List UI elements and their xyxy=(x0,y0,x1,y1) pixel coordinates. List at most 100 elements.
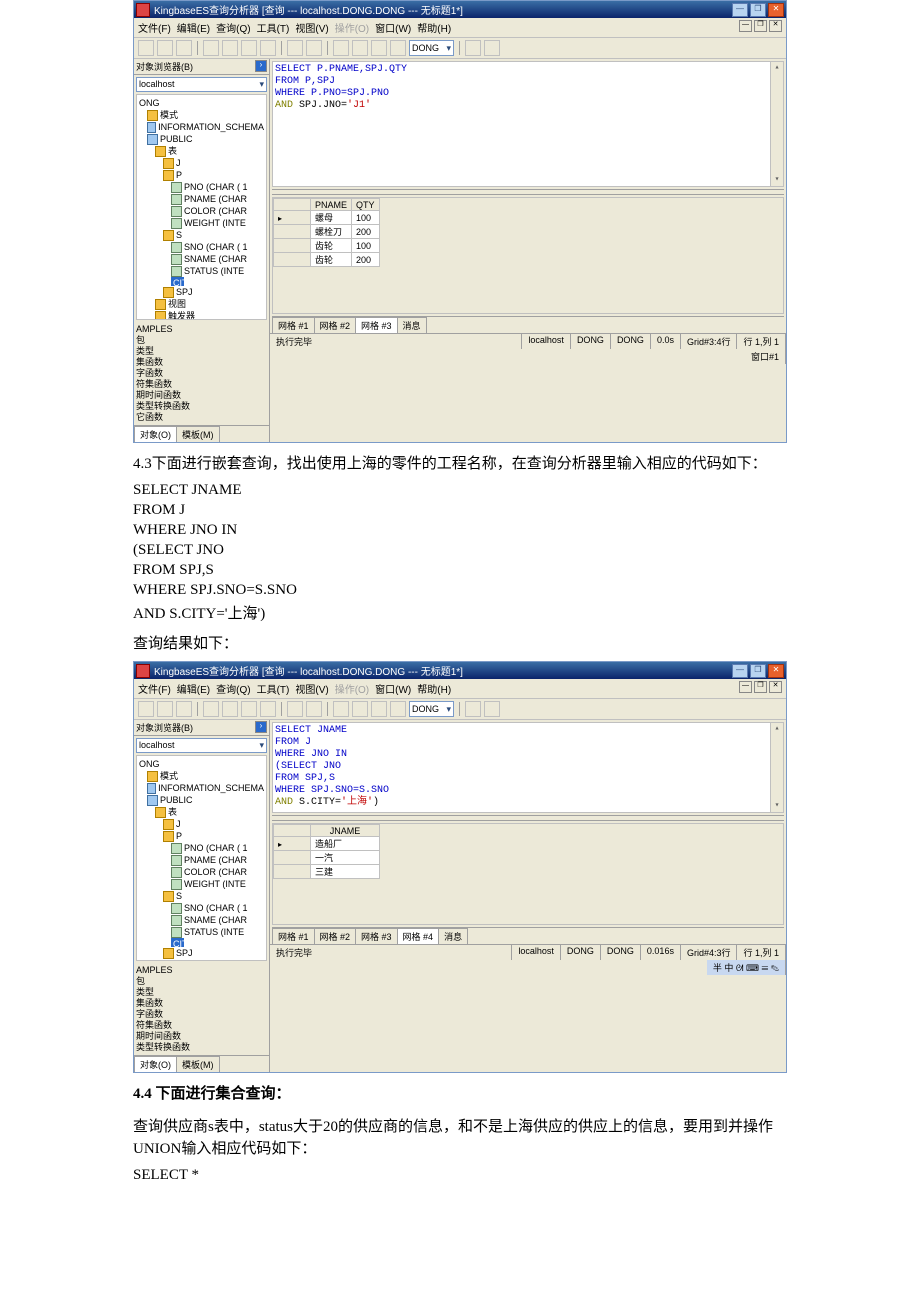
mdi-max-button[interactable]: ❐ xyxy=(754,681,767,693)
tree-mode[interactable]: 模式 xyxy=(139,109,264,121)
maximize-button[interactable]: ❐ xyxy=(750,3,766,17)
tool-new-icon[interactable] xyxy=(138,40,154,56)
tool-grid-icon[interactable] xyxy=(390,40,406,56)
tree-col[interactable]: SNAME (CHAR xyxy=(139,253,264,265)
menu-edit[interactable]: 编辑(E) xyxy=(177,20,210,35)
tree-schema-public[interactable]: PUBLIC xyxy=(139,133,264,145)
tool-paste-icon[interactable] xyxy=(241,701,257,717)
tool-exec-icon[interactable] xyxy=(333,40,349,56)
tool-zoom-icon[interactable] xyxy=(484,40,500,56)
menu-window[interactable]: 窗口(W) xyxy=(375,20,411,35)
tool-exec-icon[interactable] xyxy=(333,701,349,717)
tree-db[interactable]: ONG xyxy=(139,97,264,109)
tool-cut-icon[interactable] xyxy=(203,701,219,717)
result-tab[interactable]: 网格 #2 xyxy=(314,928,357,944)
col-header[interactable]: QTY xyxy=(352,199,380,211)
tool-undo-icon[interactable] xyxy=(287,40,303,56)
menu-operate[interactable]: 操作(O) xyxy=(335,681,369,696)
tool-zoom-icon[interactable] xyxy=(484,701,500,717)
tree-col[interactable]: PNO (CHAR ( 1 xyxy=(139,181,264,193)
menu-window[interactable]: 窗口(W) xyxy=(375,681,411,696)
splitter[interactable] xyxy=(272,815,784,821)
tree-col[interactable]: COLOR (CHAR xyxy=(139,866,264,878)
tree-table-s[interactable]: S xyxy=(139,229,264,241)
scrollbar[interactable] xyxy=(770,723,783,812)
tool-undo-icon[interactable] xyxy=(287,701,303,717)
splitter[interactable] xyxy=(272,189,784,195)
tool-cut-icon[interactable] xyxy=(203,40,219,56)
col-header[interactable]: PNAME xyxy=(311,199,352,211)
tree-col[interactable]: PNO (CHAR ( 1 xyxy=(139,842,264,854)
menu-edit[interactable]: 编辑(E) xyxy=(177,681,210,696)
tool-check-icon[interactable] xyxy=(352,701,368,717)
tree-tables[interactable]: 表 xyxy=(139,145,264,157)
tool-redo-icon[interactable] xyxy=(306,701,322,717)
tool-stop-icon[interactable] xyxy=(371,701,387,717)
tree-col[interactable]: PNAME (CHAR xyxy=(139,193,264,205)
sidebar-tab-template[interactable]: 模板(M) xyxy=(176,1056,220,1072)
mdi-min-button[interactable]: — xyxy=(739,20,752,32)
menu-query[interactable]: 查询(Q) xyxy=(216,681,250,696)
result-tab[interactable]: 消息 xyxy=(397,317,427,333)
tool-save-icon[interactable] xyxy=(176,40,192,56)
tool-save-icon[interactable] xyxy=(176,701,192,717)
tree-schema-info[interactable]: INFORMATION_SCHEMA xyxy=(139,782,264,794)
sql-editor[interactable]: SELECT P.PNAME,SPJ.QTY FROM P,SPJ WHERE … xyxy=(272,61,784,187)
sql-editor[interactable]: SELECT JNAME FROM J WHERE JNO IN (SELECT… xyxy=(272,722,784,813)
tree-table-p[interactable]: P xyxy=(139,169,264,181)
result-tab[interactable]: 网格 #3 xyxy=(355,317,398,333)
tree-table-j[interactable]: J xyxy=(139,157,264,169)
mdi-max-button[interactable]: ❐ xyxy=(754,20,767,32)
tool-stop-icon[interactable] xyxy=(371,40,387,56)
tool-check-icon[interactable] xyxy=(352,40,368,56)
minimize-button[interactable]: — xyxy=(732,664,748,678)
connection-combo[interactable]: localhost xyxy=(136,738,267,753)
tool-find-icon[interactable] xyxy=(260,701,276,717)
maximize-button[interactable]: ❐ xyxy=(750,664,766,678)
sidebar-close-icon[interactable]: › xyxy=(255,721,267,733)
tool-browser-icon[interactable] xyxy=(465,701,481,717)
database-combo[interactable]: DONG xyxy=(409,40,454,56)
tool-browser-icon[interactable] xyxy=(465,40,481,56)
menu-file[interactable]: 文件(F) xyxy=(138,681,171,696)
result-tab[interactable]: 网格 #1 xyxy=(272,928,315,944)
mdi-close-button[interactable]: ✕ xyxy=(769,681,782,693)
result-table[interactable]: JNAME ▸造船厂 一汽 三建 xyxy=(273,824,380,879)
menu-tools[interactable]: 工具(T) xyxy=(257,20,290,35)
mdi-close-button[interactable]: ✕ xyxy=(769,20,782,32)
result-tab[interactable]: 网格 #4 xyxy=(397,928,440,944)
tree-col[interactable]: CITY (CHAR ( xyxy=(139,938,264,947)
tree-col[interactable]: WEIGHT (INTE xyxy=(139,878,264,890)
scrollbar[interactable] xyxy=(770,62,783,186)
close-button[interactable]: ✕ xyxy=(768,3,784,17)
tree-table-j[interactable]: J xyxy=(139,818,264,830)
menu-file[interactable]: 文件(F) xyxy=(138,20,171,35)
connection-combo[interactable]: localhost xyxy=(136,77,267,92)
tree-folder[interactable]: 触发器 xyxy=(139,310,264,320)
tool-open-icon[interactable] xyxy=(157,701,173,717)
sidebar-close-icon[interactable]: › xyxy=(255,60,267,72)
minimize-button[interactable]: — xyxy=(732,3,748,17)
tree-col[interactable]: STATUS (INTE xyxy=(139,926,264,938)
tree-col[interactable]: SNAME (CHAR xyxy=(139,914,264,926)
tool-redo-icon[interactable] xyxy=(306,40,322,56)
sidebar-tab-object[interactable]: 对象(O) xyxy=(134,1056,177,1072)
result-table[interactable]: PNAMEQTY ▸螺母100 螺栓刀200 齿轮100 齿轮200 xyxy=(273,198,380,267)
tree-col[interactable]: COLOR (CHAR xyxy=(139,205,264,217)
result-tab[interactable]: 消息 xyxy=(438,928,468,944)
result-tab[interactable]: 网格 #2 xyxy=(314,317,357,333)
tool-find-icon[interactable] xyxy=(260,40,276,56)
menu-help[interactable]: 帮助(H) xyxy=(417,20,451,35)
tree-table-p[interactable]: P xyxy=(139,830,264,842)
tree-table-s[interactable]: S xyxy=(139,890,264,902)
tool-copy-icon[interactable] xyxy=(222,40,238,56)
menu-query[interactable]: 查询(Q) xyxy=(216,20,250,35)
menu-view[interactable]: 视图(V) xyxy=(295,681,328,696)
menu-help[interactable]: 帮助(H) xyxy=(417,681,451,696)
result-tab[interactable]: 网格 #1 xyxy=(272,317,315,333)
tool-grid-icon[interactable] xyxy=(390,701,406,717)
tree-folder[interactable]: 视图 xyxy=(139,959,264,961)
tree-col[interactable]: SNO (CHAR ( 1 xyxy=(139,241,264,253)
tree-db[interactable]: ONG xyxy=(139,758,264,770)
tool-paste-icon[interactable] xyxy=(241,40,257,56)
